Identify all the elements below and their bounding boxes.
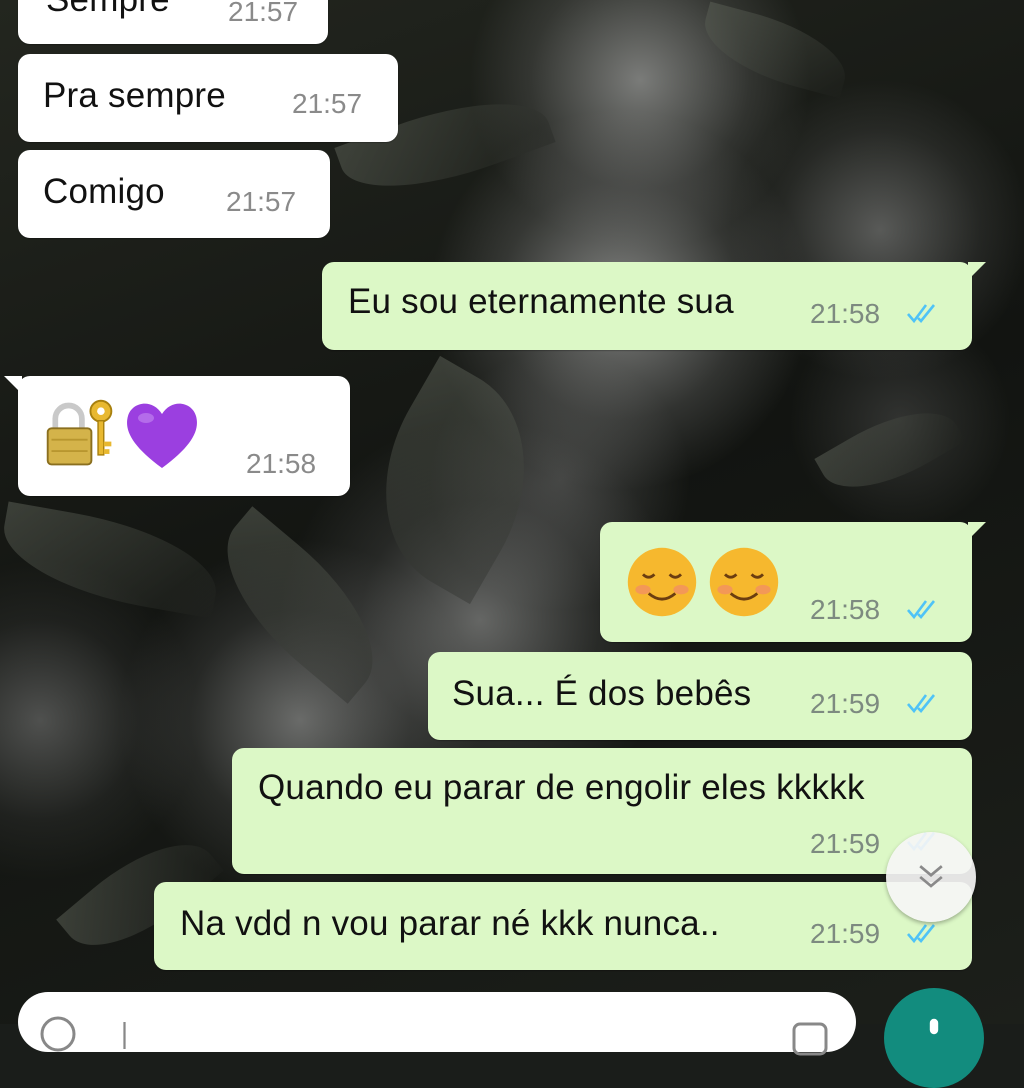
mic-button[interactable] <box>884 988 984 1088</box>
attach-icon <box>123 1022 126 1049</box>
message-bubble-outgoing[interactable]: 21:58 <box>600 522 986 642</box>
smiling-face-icon <box>709 547 779 617</box>
message-text: Na vdd n vou parar né kkk nunca.. <box>180 904 720 943</box>
message-text: Pra sempre <box>43 76 226 115</box>
mic-icon <box>929 1018 939 1035</box>
message-time: 21:59 <box>810 688 881 719</box>
message-text: Quando eu parar de engolir eles kkkkk <box>258 768 865 807</box>
message-text: Eu sou eternamente sua <box>348 282 734 321</box>
message-bubble-incoming[interactable]: Pra sempre 21:57 <box>18 54 398 142</box>
message-bubble-incoming[interactable]: 21:58 <box>4 376 350 496</box>
message-time: 21:57 <box>292 88 363 119</box>
emoji-icon <box>40 1016 76 1052</box>
message-bubble-outgoing[interactable]: Eu sou eternamente sua 21:58 <box>322 262 986 350</box>
message-text: Sempre <box>46 0 170 20</box>
smiling-face-icon <box>627 547 697 617</box>
message-time: 21:58 <box>810 594 881 625</box>
lock-with-key-icon <box>46 399 113 466</box>
message-time: 21:57 <box>228 0 299 27</box>
purple-heart-icon <box>127 403 197 468</box>
double-check-icon <box>907 600 936 620</box>
double-check-icon <box>907 924 936 944</box>
message-bubble-outgoing[interactable]: Sua... É dos bebês 21:59 <box>428 652 972 740</box>
bubble-tail <box>968 522 986 540</box>
message-time: 21:58 <box>810 298 881 329</box>
double-check-icon <box>907 304 936 324</box>
bubble-tail <box>968 262 986 280</box>
message-text: Sua... É dos bebês <box>452 674 752 713</box>
bubble-tail <box>4 376 22 394</box>
message-time: 21:58 <box>246 448 317 479</box>
message-bubble-incoming[interactable]: Sempre 21:57 <box>18 0 328 44</box>
message-time: 21:59 <box>810 918 881 949</box>
message-text: Comigo <box>43 172 165 211</box>
message-bubble-outgoing[interactable]: Na vdd n vou parar né kkk nunca.. 21:59 <box>154 882 972 970</box>
scroll-to-bottom-button[interactable] <box>886 832 976 922</box>
chevron-double-down-icon <box>919 865 943 888</box>
message-input-bar[interactable] <box>18 992 856 1056</box>
message-bubble-incoming[interactable]: Comigo 21:57 <box>18 150 330 238</box>
message-bubble-outgoing[interactable]: Quando eu parar de engolir eles kkkkk 21… <box>232 748 972 874</box>
double-check-icon <box>907 694 936 714</box>
camera-icon <box>792 1022 828 1056</box>
message-time: 21:59 <box>810 828 881 859</box>
message-time: 21:57 <box>226 186 297 217</box>
